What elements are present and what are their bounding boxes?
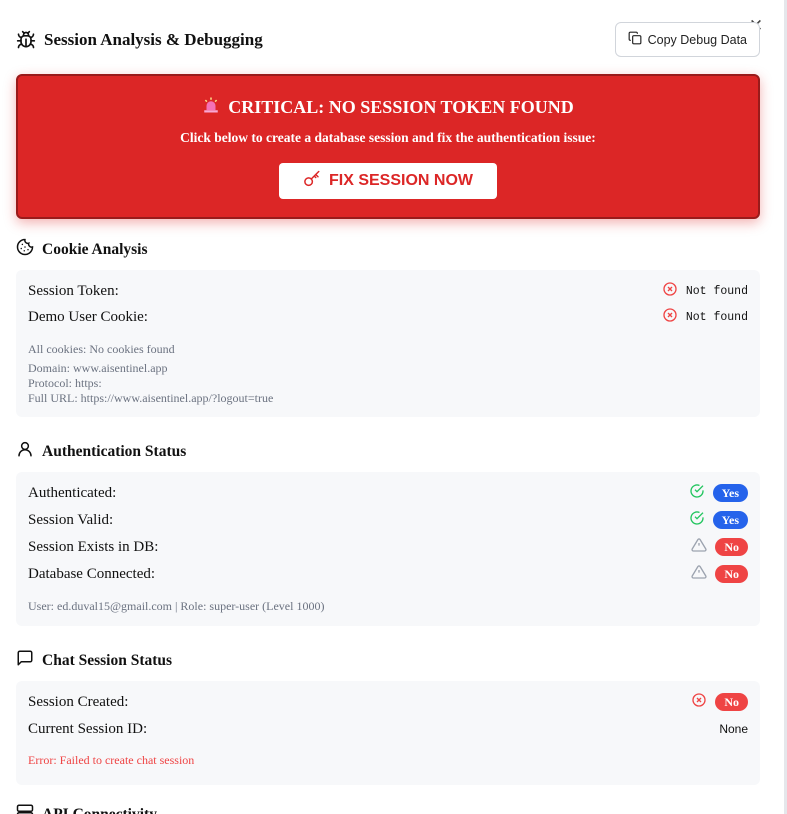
chat-row-session-created: Session Created: No bbox=[28, 692, 748, 712]
x-circle-icon bbox=[662, 307, 678, 328]
bug-icon bbox=[16, 29, 38, 51]
row-label: Demo User Cookie: bbox=[28, 308, 148, 325]
row-value: Not found bbox=[685, 310, 748, 324]
status-badge: No bbox=[715, 538, 748, 556]
row-label: Session Created: bbox=[28, 693, 129, 710]
auth-status-title: Authentication Status bbox=[42, 442, 187, 460]
server-icon bbox=[16, 803, 34, 814]
cookie-icon bbox=[16, 238, 34, 261]
all-cookies-text: All cookies: No cookies found bbox=[28, 342, 175, 356]
modal-header: Session Analysis & Debugging Copy Debug … bbox=[16, 22, 760, 58]
check-circle-icon bbox=[689, 483, 705, 504]
fix-session-button[interactable]: FIX SESSION NOW bbox=[278, 163, 497, 199]
page-title: Session Analysis & Debugging bbox=[44, 30, 263, 49]
status-badge: Yes bbox=[712, 511, 748, 529]
auth-row-db-connected: Database Connected: No bbox=[28, 564, 748, 584]
protocol-text: Protocol: https: bbox=[28, 376, 102, 390]
chat-status-card: Session Created: No Current Session ID: … bbox=[16, 681, 760, 785]
row-label: Session Token: bbox=[28, 282, 119, 299]
warning-triangle-icon bbox=[691, 537, 707, 558]
cookie-row-demo-user: Demo User Cookie: Not found bbox=[28, 307, 748, 327]
copy-icon bbox=[628, 31, 642, 48]
auth-row-authenticated: Authenticated: Yes bbox=[28, 483, 748, 503]
key-icon bbox=[303, 170, 321, 193]
warning-triangle-icon bbox=[691, 564, 707, 585]
chat-bubble-icon bbox=[16, 649, 34, 672]
copy-debug-data-button[interactable]: Copy Debug Data bbox=[614, 22, 760, 57]
x-circle-icon bbox=[691, 692, 707, 713]
auth-row-session-exists: Session Exists in DB: No bbox=[28, 537, 748, 557]
status-badge: No bbox=[715, 565, 748, 583]
critical-title: CRITICAL: NO SESSION TOKEN FOUND bbox=[228, 97, 574, 117]
chat-status-heading: Chat Session Status bbox=[16, 649, 172, 672]
debug-modal: ✕ Session Analysis & Debugging Copy Debu… bbox=[0, 0, 787, 814]
api-connectivity-heading: API Connectivity bbox=[16, 803, 157, 814]
full-url-text: Full URL: https://www.aisentinel.app/?lo… bbox=[28, 391, 274, 405]
row-label: Database Connected: bbox=[28, 565, 156, 582]
chat-row-session-id: Current Session ID: None bbox=[28, 719, 748, 739]
cookie-analysis-card: Session Token: Not found Demo User Cooki… bbox=[16, 270, 760, 417]
chat-status-title: Chat Session Status bbox=[42, 651, 173, 669]
api-connectivity-title: API Connectivity bbox=[42, 805, 157, 814]
row-value: Not found bbox=[685, 284, 748, 298]
cookie-analysis-title: Cookie Analysis bbox=[42, 240, 148, 258]
fix-session-label: FIX SESSION NOW bbox=[328, 172, 473, 189]
row-label: Authenticated: bbox=[28, 484, 117, 501]
cookie-row-session-token: Session Token: Not found bbox=[28, 281, 748, 301]
user-icon bbox=[16, 440, 34, 463]
critical-subtitle: Click below to create a database session… bbox=[180, 130, 596, 145]
auth-status-heading: Authentication Status bbox=[16, 440, 186, 463]
check-circle-icon bbox=[689, 510, 705, 531]
auth-row-session-valid: Session Valid: Yes bbox=[28, 510, 748, 530]
cookie-analysis-heading: Cookie Analysis bbox=[16, 238, 148, 261]
row-value: None bbox=[719, 722, 748, 736]
row-label: Session Exists in DB: bbox=[28, 538, 159, 555]
critical-banner: CRITICAL: NO SESSION TOKEN FOUND Click b… bbox=[16, 74, 760, 219]
copy-label: Copy Debug Data bbox=[647, 32, 747, 47]
row-label: Session Valid: bbox=[28, 511, 114, 528]
auth-status-card: Authenticated: Yes Session Valid: Yes Se… bbox=[16, 472, 760, 626]
domain-text: Domain: www.aisentinel.app bbox=[28, 361, 168, 375]
siren-icon bbox=[202, 96, 220, 119]
row-label: Current Session ID: bbox=[28, 720, 148, 737]
user-info-text: User: ed.duval15@gmail.com | Role: super… bbox=[28, 599, 325, 613]
chat-error-text: Error: Failed to create chat session bbox=[28, 753, 195, 767]
status-badge: No bbox=[715, 693, 748, 711]
status-badge: Yes bbox=[712, 484, 748, 502]
x-circle-icon bbox=[662, 281, 678, 302]
